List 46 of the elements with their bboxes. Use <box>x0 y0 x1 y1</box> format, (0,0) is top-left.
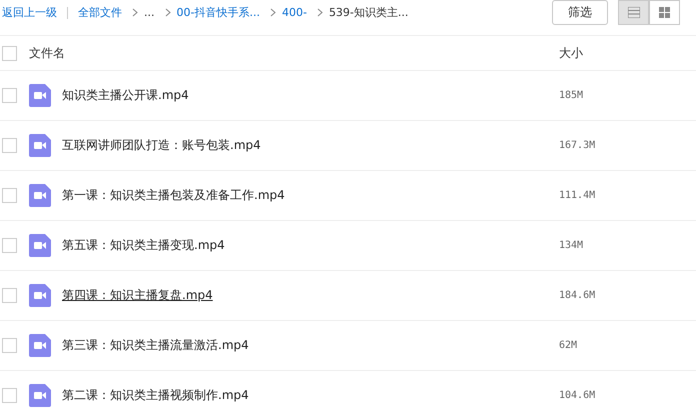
file-name[interactable]: 第三课：知识类主播流量激活.mp4 <box>62 337 559 354</box>
column-header[interactable]: 大小 <box>559 44 696 62</box>
file-size: 167.3M <box>559 140 596 151</box>
column-header[interactable]: 文件名 <box>29 44 559 62</box>
file-size: 104.6M <box>559 390 596 401</box>
breadcrumb-ellipsis[interactable]: ... <box>144 6 154 19</box>
checkbox[interactable] <box>2 338 17 353</box>
list-icon <box>628 7 640 18</box>
chevron-right-icon <box>132 8 138 17</box>
file-size: 62M <box>559 340 578 351</box>
checkbox[interactable] <box>2 288 17 303</box>
list-view-button[interactable] <box>618 0 649 25</box>
video-file-icon <box>29 184 51 207</box>
select-all-checkbox[interactable] <box>2 46 17 60</box>
file-size: 111.4M <box>559 190 596 201</box>
file-name[interactable]: 知识类主播公开课.mp4 <box>62 87 559 104</box>
checkbox[interactable] <box>2 188 17 203</box>
file-name[interactable]: 第二课：知识类主播视频制作.mp4 <box>62 387 559 404</box>
checkbox[interactable] <box>2 138 17 153</box>
checkbox[interactable] <box>2 238 17 253</box>
file-name[interactable]: 互联网讲师团队打造：账号包装.mp4 <box>62 137 559 154</box>
breadcrumb-link[interactable]: 00-抖音快手系... <box>176 5 260 20</box>
breadcrumb-link[interactable]: 400- <box>282 6 307 19</box>
video-file-icon <box>29 134 51 157</box>
chevron-right-icon <box>270 8 276 17</box>
video-file-icon <box>29 284 51 307</box>
checkbox[interactable] <box>2 388 17 403</box>
file-size: 185M <box>559 90 584 101</box>
file-name[interactable]: 第四课：知识主播复盘.mp4 <box>62 287 559 304</box>
checkbox[interactable] <box>2 88 17 103</box>
file-size: 134M <box>559 240 584 251</box>
file-name[interactable]: 第五课：知识类主播变现.mp4 <box>62 237 559 254</box>
video-file-icon <box>29 234 51 257</box>
video-file-icon <box>29 334 51 357</box>
file-size: 184.6M <box>559 290 596 301</box>
file-name[interactable]: 第一课：知识类主播包装及准备工作.mp4 <box>62 187 559 204</box>
video-file-icon <box>29 384 51 407</box>
current-folder: 539-知识类主... <box>328 5 408 20</box>
grid-icon <box>659 7 670 18</box>
grid-view-button[interactable] <box>649 0 680 25</box>
video-file-icon <box>29 84 51 107</box>
breadcrumb-link[interactable]: 全部文件 <box>78 5 122 20</box>
chevron-right-icon <box>164 8 170 17</box>
breadcrumb-link[interactable]: 返回上一级 <box>2 5 57 20</box>
filter-button[interactable]: 筛选 <box>552 0 608 25</box>
chevron-right-icon <box>316 8 323 17</box>
